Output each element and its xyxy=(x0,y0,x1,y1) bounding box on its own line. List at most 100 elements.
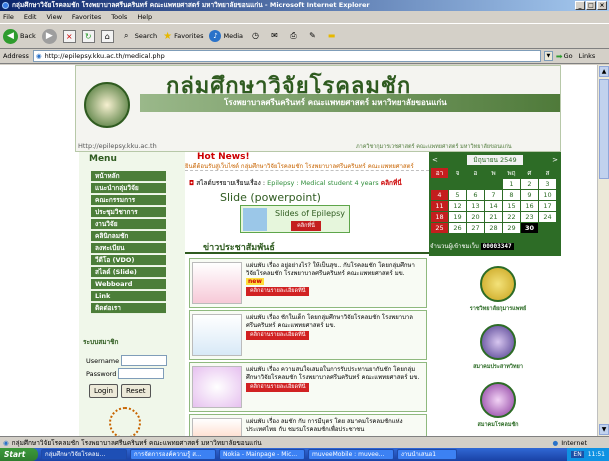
news-thumbnail[interactable] xyxy=(192,262,242,304)
links-button[interactable]: Links xyxy=(579,52,596,60)
folder-icon[interactable]: ▬ xyxy=(325,30,338,43)
vertical-scrollbar[interactable]: ▲ ▼ xyxy=(597,65,609,436)
calendar-day[interactable]: 1 xyxy=(503,179,520,189)
news-readmore-button[interactable]: คลิกอ่านรายละเอียดที่นี่ xyxy=(246,331,310,340)
login-button[interactable]: Login xyxy=(89,384,118,398)
menu-tools[interactable]: Tools xyxy=(111,13,127,21)
calendar-day[interactable]: 18 xyxy=(431,212,448,222)
stop-icon[interactable]: × xyxy=(62,29,76,43)
calendar-day[interactable]: 11 xyxy=(431,201,448,211)
calendar-day[interactable]: 6 xyxy=(467,190,484,200)
calendar-day[interactable]: 20 xyxy=(467,212,484,222)
calendar-day[interactable]: 30 xyxy=(521,223,538,233)
forward-button[interactable]: ▶ xyxy=(41,28,57,44)
calendar-day[interactable]: 26 xyxy=(449,223,466,233)
menu-item-slide[interactable]: สไลด์ (Slide) xyxy=(91,267,166,278)
scroll-down-icon[interactable]: ▼ xyxy=(599,424,609,435)
news-thumbnail[interactable] xyxy=(192,366,242,408)
slide-more-button[interactable]: คลิกที่นี่ xyxy=(291,221,321,231)
partner-logo[interactable]: ราชวิทยาลัยกุมารแพทย์ xyxy=(443,264,553,320)
calendar-day[interactable]: 2 xyxy=(521,179,538,189)
calendar-prev-button[interactable]: < xyxy=(432,156,438,164)
menu-item-committee[interactable]: คณะกรรมการ xyxy=(91,195,166,206)
menu-file[interactable]: File xyxy=(3,13,14,21)
taskbar-task[interactable]: Nokia - Mainpage - Mic... xyxy=(219,449,305,460)
menu-item-link[interactable]: Link xyxy=(91,291,166,302)
menu-item-register[interactable]: ลงทะเบียน xyxy=(91,243,166,254)
menu-help[interactable]: Help xyxy=(137,13,152,21)
refresh-icon[interactable]: ↻ xyxy=(81,29,95,43)
calendar-day[interactable]: 24 xyxy=(539,212,556,222)
reset-button[interactable]: Reset xyxy=(121,384,151,398)
partner-logo[interactable]: สมาคมโรคลมชัก xyxy=(443,380,553,436)
calendar-day[interactable]: 14 xyxy=(485,201,502,211)
menu-item-conference[interactable]: ประชุมวิชาการ xyxy=(91,207,166,218)
calendar-day[interactable]: 12 xyxy=(449,201,466,211)
calendar-day[interactable]: 28 xyxy=(485,223,502,233)
window-titlebar[interactable]: กลุ่มศึกษาวิจัยโรคลมชัก โรงพยาบาลศรีนคริ… xyxy=(0,0,609,11)
search-button[interactable]: ⌕ Search xyxy=(120,30,157,43)
calendar-day[interactable]: 29 xyxy=(503,223,520,233)
calendar-next-button[interactable]: > xyxy=(552,156,558,164)
minimize-button[interactable]: _ xyxy=(575,1,585,10)
news-thumbnail[interactable] xyxy=(192,418,242,436)
calendar-day[interactable]: 5 xyxy=(449,190,466,200)
media-button[interactable]: ♪ Media xyxy=(209,30,243,42)
calendar-day[interactable]: 25 xyxy=(431,223,448,233)
calendar-day[interactable]: 3 xyxy=(539,179,556,189)
slide-box[interactable]: Slides of Epilepsy คลิกที่นี่ xyxy=(240,205,350,233)
hot-news-ticker[interactable]: ยินดีต้อนรับสู่เว็บไซต์ กลุ่มศึกษาวิจัยโ… xyxy=(185,161,429,171)
calendar-day[interactable]: 15 xyxy=(503,201,520,211)
go-button[interactable]: Go xyxy=(564,52,573,60)
calendar-day[interactable]: 23 xyxy=(521,212,538,222)
scroll-thumb[interactable] xyxy=(599,79,609,179)
scroll-up-icon[interactable]: ▲ xyxy=(599,66,609,77)
calendar-day[interactable]: 22 xyxy=(503,212,520,222)
close-button[interactable]: × xyxy=(597,1,607,10)
calendar-day[interactable]: 27 xyxy=(467,223,484,233)
news-thumbnail[interactable] xyxy=(192,314,242,356)
calendar-day[interactable]: 21 xyxy=(485,212,502,222)
menu-item-vdo[interactable]: วีดีโอ (VDO) xyxy=(91,255,166,266)
calendar-day[interactable]: 17 xyxy=(539,201,556,211)
taskbar-task[interactable]: muveeMobile : muvee... xyxy=(308,449,394,460)
menu-item-contact[interactable]: ติดต่อเรา xyxy=(91,303,166,314)
calendar-day[interactable]: 10 xyxy=(539,190,556,200)
calendar-day[interactable]: 8 xyxy=(503,190,520,200)
mail-icon[interactable]: ✉ xyxy=(268,30,281,43)
taskbar-task[interactable]: กลุ่มศึกษาวิจัยโรคลม... xyxy=(41,449,127,460)
menu-edit[interactable]: Edit xyxy=(24,13,37,21)
menu-item-clinic[interactable]: คลินิกลมชัก xyxy=(91,231,166,242)
menu-favorites[interactable]: Favorites xyxy=(72,13,101,21)
edit-icon[interactable]: ✎ xyxy=(306,30,319,43)
calendar-day[interactable]: 19 xyxy=(449,212,466,222)
menu-view[interactable]: View xyxy=(46,13,61,21)
address-input[interactable]: ◉ http://epilepsy.kku.ac.th/medical.php xyxy=(32,50,541,62)
favorites-button[interactable]: ★ Favorites xyxy=(163,31,203,42)
calendar-day[interactable]: 4 xyxy=(431,190,448,200)
menu-item-home[interactable]: หน้าหลัก xyxy=(91,171,166,182)
news-readmore-button[interactable]: คลิกอ่านรายละเอียดที่นี่ xyxy=(246,383,310,392)
menu-item-research[interactable]: งานวิจัย xyxy=(91,219,166,230)
calendar-day[interactable]: 16 xyxy=(521,201,538,211)
username-input[interactable] xyxy=(121,355,168,366)
partner-logo[interactable]: สมาคมประสาทวิทยา xyxy=(443,322,553,378)
address-dropdown-icon[interactable]: ▼ xyxy=(543,51,553,61)
menu-item-about[interactable]: แนะนำกลุ่มวิจัย xyxy=(91,183,166,194)
history-icon[interactable]: ◷ xyxy=(249,30,262,43)
print-icon[interactable]: ⎙ xyxy=(287,30,300,43)
calendar-day[interactable]: 13 xyxy=(467,201,484,211)
password-input[interactable] xyxy=(118,368,165,379)
calendar-day[interactable]: 7 xyxy=(485,190,502,200)
back-button[interactable]: ◀ Back xyxy=(3,28,36,44)
calendar-day[interactable]: 9 xyxy=(521,190,538,200)
language-indicator[interactable]: EN xyxy=(571,451,584,458)
study-click-link[interactable]: คลิกที่นี่ xyxy=(381,179,402,187)
news-readmore-button[interactable]: คลิกอ่านรายละเอียดที่นี่ xyxy=(246,287,310,296)
maximize-button[interactable]: □ xyxy=(586,1,596,10)
menu-item-webboard[interactable]: Webboard xyxy=(91,279,166,290)
taskbar-task[interactable]: การจัดการองค์ความรู้ ส... xyxy=(130,449,216,460)
home-icon[interactable]: ⌂ xyxy=(100,29,114,43)
start-button[interactable]: Start xyxy=(0,448,38,461)
taskbar-task[interactable]: งานนำเสนอ1 xyxy=(397,449,457,460)
